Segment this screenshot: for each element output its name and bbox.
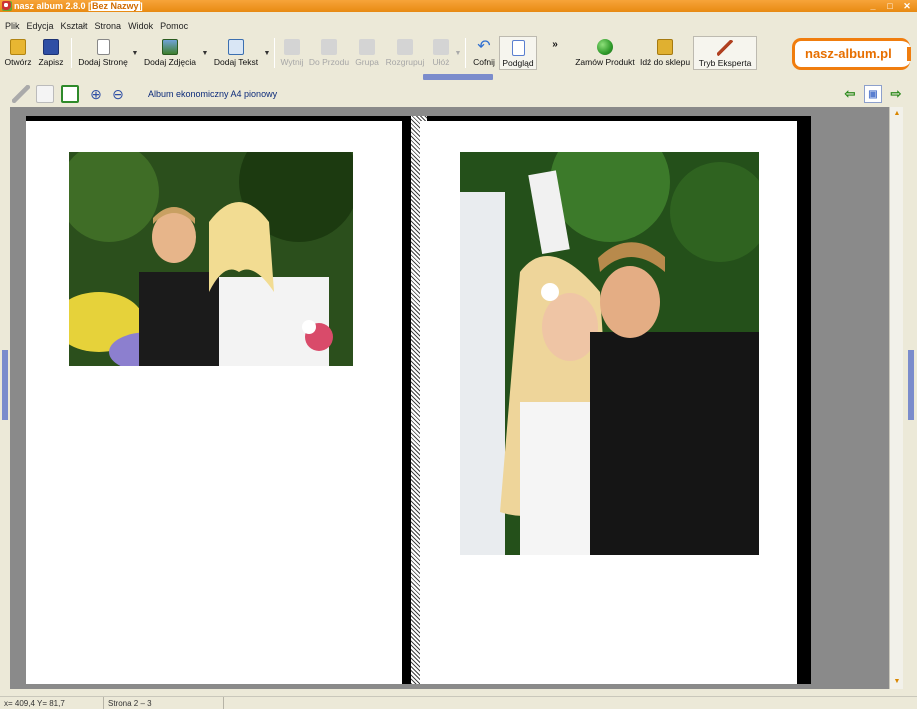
arrow-left-icon[interactable]: ⇦: [841, 85, 859, 103]
ungroup-icon: [397, 39, 413, 55]
save-label: Zapisz: [38, 57, 64, 67]
cursor-coordinates: x= 409,4 Y= 81,7: [0, 697, 104, 709]
right-panel-grip[interactable]: [908, 350, 914, 420]
photo-couple-seated[interactable]: [69, 152, 353, 366]
vertical-scrollbar[interactable]: ▲ ▼: [889, 107, 903, 689]
close-button[interactable]: ✕: [899, 1, 915, 11]
menu-widok[interactable]: Widok: [126, 19, 158, 33]
arrange-button[interactable]: Ułóż: [428, 36, 454, 70]
cut-icon: [284, 39, 300, 55]
add-text-icon: [228, 39, 244, 55]
maximize-button[interactable]: □: [882, 1, 898, 11]
add-photos-button[interactable]: Dodaj Zdjęcia: [139, 36, 201, 70]
add-text-button[interactable]: Dodaj Tekst: [209, 36, 263, 70]
group-label: Grupa: [355, 57, 379, 67]
cut-button[interactable]: Wytnij: [278, 36, 306, 70]
globe-icon: [597, 39, 613, 55]
shop-icon: [657, 39, 673, 55]
scroll-up-arrow-icon[interactable]: ▲: [892, 109, 902, 119]
arrange-dropdown[interactable]: ▼: [454, 36, 462, 70]
add-text-dropdown[interactable]: ▼: [263, 36, 271, 70]
floppy-disk-icon: [43, 39, 59, 55]
undo-label: Cofnij: [473, 57, 495, 67]
go-to-shop-label: Idź do sklepu: [639, 57, 691, 67]
add-page-label: Dodaj Stronę: [78, 57, 128, 67]
bring-forward-label: Do Przodu: [308, 57, 350, 67]
menu-strona[interactable]: Strona: [93, 19, 127, 33]
preview-label: Podgląd: [502, 58, 534, 68]
toolbar-separator: [465, 38, 466, 68]
arrange-icon: [433, 39, 449, 55]
cut-label: Wytnij: [280, 57, 304, 67]
add-photos-label: Dodaj Zdjęcia: [144, 57, 196, 67]
photo-couple-seated-image: [69, 152, 353, 366]
window-title: nasz album 2.8.0 [Bez Nazwy]: [14, 1, 143, 11]
menu-edycja[interactable]: Edycja: [25, 19, 59, 33]
expert-mode-button[interactable]: Tryb Eksperta: [693, 36, 757, 70]
page-indicator: Strona 2 – 3: [104, 697, 224, 709]
brand-text: nasz-album.pl: [805, 46, 892, 61]
album-spread: [26, 116, 811, 684]
toolbar-separator: [71, 38, 72, 68]
undo-icon: ↶: [477, 38, 491, 55]
page-preview-icon[interactable]: ▣: [864, 85, 882, 103]
add-text-label: Dodaj Tekst: [213, 57, 259, 67]
photo-couple-kissing-image: [460, 152, 759, 555]
page-navigation: ⇦ ▣ ⇨: [837, 82, 917, 106]
album-name: Album ekonomiczny A4 pionowy: [148, 89, 278, 99]
ungroup-button[interactable]: Rozgrupuj: [382, 36, 428, 70]
more-tools-label: »: [552, 39, 558, 50]
order-product-label: Zamów Produkt: [575, 57, 635, 67]
bring-forward-icon: [321, 39, 337, 55]
add-page-dropdown[interactable]: ▼: [131, 36, 139, 70]
preview-icon: [511, 40, 525, 56]
zoom-out-icon[interactable]: ⊖: [109, 85, 127, 103]
preview-button[interactable]: Podgląd: [499, 36, 537, 70]
magic-wand-icon: [717, 40, 733, 56]
arrange-label: Ułóż: [432, 57, 450, 67]
folder-open-icon: [10, 39, 26, 55]
menu-ksztalt[interactable]: Kształt: [59, 19, 93, 33]
title-bar: nasz album 2.8.0 [Bez Nazwy] _ □ ✕: [0, 0, 917, 12]
document-name: Bez Nazwy: [91, 1, 140, 11]
scroll-down-arrow-icon[interactable]: ▼: [892, 677, 902, 687]
undo-button[interactable]: ↶ Cofnij: [469, 36, 499, 70]
minimize-button[interactable]: _: [865, 1, 881, 11]
bring-forward-button[interactable]: Do Przodu: [306, 36, 352, 70]
menu-plik[interactable]: Plik: [3, 19, 25, 33]
go-to-shop-button[interactable]: Idź do sklepu: [637, 36, 693, 70]
pencil-icon[interactable]: [12, 85, 30, 103]
window-controls: _ □ ✕: [865, 1, 915, 11]
editor-workspace: ▲ ▼: [10, 107, 903, 689]
app-title: nasz album 2.8.0: [14, 1, 86, 11]
more-tools-button[interactable]: »: [537, 36, 573, 70]
main-toolbar: Otwórz Zapisz Dodaj Stronę ▼ Dodaj Zdjęc…: [0, 36, 917, 72]
save-button[interactable]: Zapisz: [34, 36, 68, 70]
app-logo-icon: [2, 1, 12, 11]
open-button[interactable]: Otwórz: [2, 36, 34, 70]
add-photos-dropdown[interactable]: ▼: [201, 36, 209, 70]
open-label: Otwórz: [4, 57, 32, 67]
page-icon[interactable]: [61, 85, 79, 103]
group-icon: [359, 39, 375, 55]
toolbar-separator: [274, 38, 275, 68]
add-photo-icon: [162, 39, 178, 55]
zoom-in-icon[interactable]: ⊕: [87, 85, 105, 103]
arrow-right-icon[interactable]: ⇨: [887, 85, 905, 103]
brand-logo[interactable]: nasz-album.pl: [792, 38, 911, 70]
expert-mode-label: Tryb Eksperta: [698, 58, 752, 68]
order-product-button[interactable]: Zamów Produkt: [573, 36, 637, 70]
new-page-icon: [96, 39, 110, 55]
ungroup-label: Rozgrupuj: [385, 57, 425, 67]
frame-icon[interactable]: [36, 85, 54, 103]
photo-couple-kissing[interactable]: [460, 152, 759, 555]
group-button[interactable]: Grupa: [352, 36, 382, 70]
add-page-button[interactable]: Dodaj Stronę: [75, 36, 131, 70]
left-panel-grip[interactable]: [2, 350, 8, 420]
secondary-toolbar: ⊕ ⊖ Album ekonomiczny A4 pionowy ⇦ ▣ ⇨: [0, 80, 917, 106]
menu-bar: Plik Edycja Kształt Strona Widok Pomoc: [0, 19, 917, 33]
menu-pomoc[interactable]: Pomoc: [158, 19, 193, 33]
status-bar: x= 409,4 Y= 81,7 Strona 2 – 3: [0, 696, 917, 709]
app-window: nasz album 2.8.0 [Bez Nazwy] _ □ ✕ Plik …: [0, 0, 917, 709]
